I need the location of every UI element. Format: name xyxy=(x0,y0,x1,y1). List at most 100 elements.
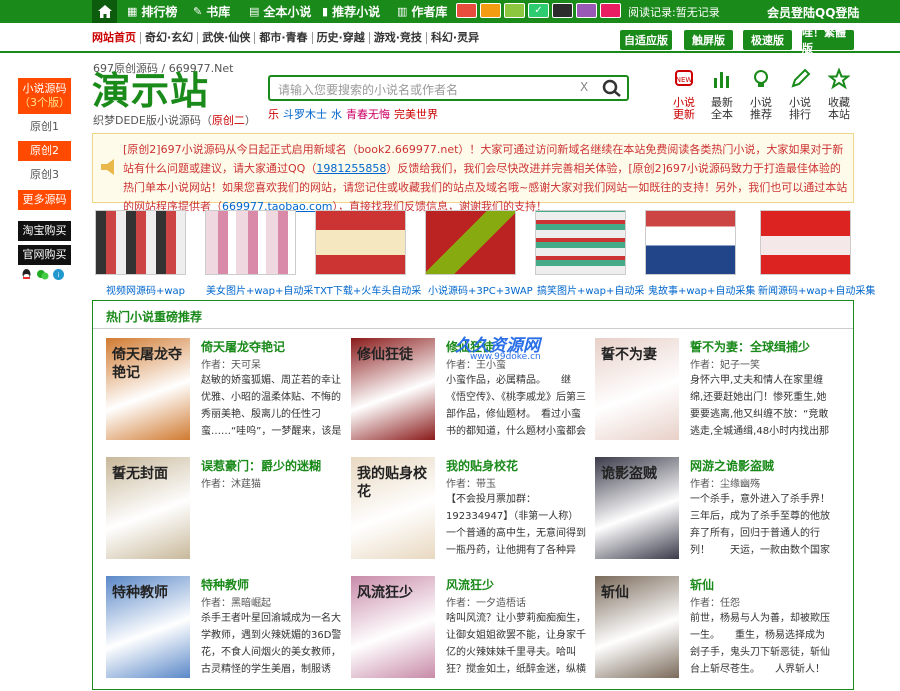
search-box[interactable]: 请输入您要搜索的小说名或作者名 X xyxy=(268,75,629,101)
mode-touch-button[interactable]: 触屏版 xyxy=(684,30,733,50)
mode-responsive-button[interactable]: 自适应版 xyxy=(620,30,672,50)
hot-keyword[interactable]: 水 xyxy=(331,106,342,122)
update-icon: NEW xyxy=(675,70,693,86)
book-cover[interactable]: 诡影盗贼 xyxy=(595,457,679,559)
sidebar-original-1[interactable]: 原创1 xyxy=(18,118,71,136)
qq-link[interactable]: 1981255858 xyxy=(316,162,386,175)
banner-video[interactable] xyxy=(95,210,186,275)
sidebar-taobao-buy[interactable]: 淘宝购买 xyxy=(18,221,71,241)
cat-fantasy[interactable]: 奇幻·玄幻 xyxy=(141,32,199,44)
banner-label[interactable]: 新闻源码+wap+自动采集 xyxy=(758,282,875,297)
nav-authors[interactable]: ▥ 作者库 xyxy=(397,0,447,23)
book-card[interactable]: 诡影盗贼 网游之诡影盗贼 作者：尘缘幽殇 一个杀手，意外进入了杀手界！ 三年后，成为了… xyxy=(595,457,835,572)
book-title[interactable]: 我的贴身校花 xyxy=(446,457,518,474)
quick-update[interactable]: NEW 小说更新 xyxy=(669,68,699,121)
banner-label[interactable]: 小说源码+3PC+3WAP xyxy=(428,282,533,297)
book-author: 作者：一夕造梧话 xyxy=(446,598,526,609)
search-icon[interactable] xyxy=(601,78,623,98)
sidebar-novel-source[interactable]: 小说源码 （3个版） xyxy=(18,78,71,114)
cat-game[interactable]: 游戏·竞技 xyxy=(370,32,427,44)
qq-icon[interactable] xyxy=(20,268,33,281)
mode-traditional-button[interactable]: 哇！繁體版 xyxy=(802,26,854,55)
qq-login-link[interactable]: QQ登陆 xyxy=(815,4,859,21)
cat-home[interactable]: 网站首页 xyxy=(92,32,141,44)
quick-rank[interactable]: 小说排行 xyxy=(785,68,815,121)
mode-fast-button[interactable]: 极速版 xyxy=(743,30,792,50)
banner-news[interactable] xyxy=(760,210,851,275)
cat-history[interactable]: 历史·穿越 xyxy=(313,32,370,44)
cat-wuxia[interactable]: 武侠·仙侠 xyxy=(198,32,256,44)
book-cover[interactable]: 誓不为妻 xyxy=(595,338,679,440)
theme-swatch-purple[interactable] xyxy=(576,3,597,18)
book-cover[interactable]: 斩仙 xyxy=(595,576,679,678)
book-cover[interactable]: 特种教师 xyxy=(106,576,190,678)
banner-novel-source[interactable] xyxy=(425,210,516,275)
book-card[interactable]: 我的贴身校花 我的贴身校花 作者：带玉 【不会投月票加群：192334947】（非第一… xyxy=(351,457,591,572)
category-nav: 网站首页 奇幻·玄幻 武侠·仙侠 都市·青春 历史·穿越 游戏·竞技 科幻·灵异… xyxy=(0,23,900,55)
book-title[interactable]: 倚天屠龙夺艳记 xyxy=(201,338,285,355)
banner-label[interactable]: 美女图片+wap+自动采 xyxy=(206,282,313,297)
book-cover[interactable]: 风流狂少 xyxy=(351,576,435,678)
sidebar-official-buy[interactable]: 官网购买 xyxy=(18,245,71,265)
banner-label[interactable]: 视频网源码+wap xyxy=(106,282,185,297)
book-title[interactable]: 网游之诡影盗贼 xyxy=(690,457,774,474)
banner-label[interactable]: 搞笑图片+wap+自动采 xyxy=(537,282,644,297)
pencil-icon xyxy=(791,68,811,88)
book-card[interactable]: 风流狂少 风流狂少 作者：一夕造梧话 啥叫风流？让小萝莉痴痴痴生，让御女姐姐欲罢不能，… xyxy=(351,576,591,691)
site-logo[interactable]: 演示站 xyxy=(92,70,209,112)
theme-swatch-orange[interactable] xyxy=(480,3,501,18)
search-input[interactable]: 请输入您要搜索的小说名或作者名 xyxy=(278,81,458,98)
banner-label[interactable]: 鬼故事+wap+自动采集 xyxy=(648,282,755,297)
cat-scifi[interactable]: 科幻·灵异 xyxy=(427,32,483,44)
quick-complete[interactable]: 最新全本 xyxy=(707,68,737,121)
theme-swatch-lime[interactable] xyxy=(504,3,525,18)
theme-swatch-green[interactable]: ✓ xyxy=(528,3,549,18)
home-button[interactable] xyxy=(92,0,117,23)
banner-txt[interactable] xyxy=(315,210,406,275)
theme-swatch-pink[interactable] xyxy=(600,3,621,18)
theme-swatch-red[interactable] xyxy=(456,3,477,18)
notice-box: [原创2]697小说源码从今日起正式启用新域名（book2.669977.net… xyxy=(92,133,854,213)
quick-bookmark[interactable]: 收藏本站 xyxy=(824,67,854,121)
hot-keyword[interactable]: 完美世界 xyxy=(394,106,438,122)
book-card[interactable]: 倚天屠龙夺艳记 倚天屠龙夺艳记 作者：天可呆 赵敏的娇蛮狐媚、周芷若的幸让优雅、小昭的… xyxy=(106,338,346,453)
hot-keyword[interactable]: 青春无悔 xyxy=(346,106,390,122)
sidebar-original-3[interactable]: 原创3 xyxy=(18,166,71,184)
book-cover-title: 我的贴身校花 xyxy=(357,466,427,500)
book-title[interactable]: 誓不为妻：全球缉捕少 xyxy=(690,338,810,355)
reading-record-link[interactable]: 阅读记录:暂无记录 xyxy=(628,4,720,20)
quick-recommend[interactable]: 小说推荐 xyxy=(746,68,776,121)
book-author: 作者：沐莛猫 xyxy=(201,479,261,490)
book-card[interactable]: 斩仙 斩仙 作者：任怨 前世，杨易与人为善，却被欺压一生。 重生，杨易选择成为刽子手，… xyxy=(595,576,835,691)
banner-beauty[interactable] xyxy=(205,210,296,275)
member-login-link[interactable]: 会员登陆 xyxy=(767,4,815,21)
book-author: 作者：带玉 xyxy=(446,479,496,490)
book-card[interactable]: 誓不为妻 誓不为妻：全球缉捕少 作者：妃子一笑 身怀六甲,丈夫和情人在家里缠绵,还要赶… xyxy=(595,338,835,453)
weibo-icon[interactable]: i xyxy=(52,268,65,281)
nav-complete[interactable]: ▤ 全本小说 xyxy=(249,0,311,23)
wechat-icon[interactable] xyxy=(36,268,49,281)
book-cover[interactable]: 修仙狂徒 xyxy=(351,338,435,440)
book-title[interactable]: 斩仙 xyxy=(690,576,714,593)
banner-funny[interactable] xyxy=(535,210,626,275)
nav-rank[interactable]: ▦ 排行榜 xyxy=(127,0,177,23)
cat-urban[interactable]: 都市·青春 xyxy=(255,32,313,44)
theme-swatch-black[interactable] xyxy=(552,3,573,18)
banner-ghost[interactable] xyxy=(645,210,736,275)
search-clear-button[interactable]: X xyxy=(580,80,588,94)
book-card[interactable]: 誓无封面 误惹豪门：爵少的迷糊作者：沐莛猫 xyxy=(106,457,346,572)
banner-label[interactable]: TXT下载+火车头自动采 xyxy=(314,282,421,297)
hot-keyword[interactable]: 乐 xyxy=(268,106,279,122)
book-title[interactable]: 误惹豪门：爵少的迷糊 xyxy=(201,457,321,474)
book-cover[interactable]: 我的贴身校花 xyxy=(351,457,435,559)
nav-library[interactable]: ✎ 书库 xyxy=(193,0,230,23)
book-cover[interactable]: 誓无封面 xyxy=(106,457,190,559)
sidebar-more-source[interactable]: 更多源码 xyxy=(18,190,71,210)
sidebar-original-2[interactable]: 原创2 xyxy=(18,141,71,161)
book-title[interactable]: 风流狂少 xyxy=(446,576,494,593)
book-card[interactable]: 特种教师 特种教师 作者：黑暗崛起 杀手王者叶星回渝城成为一名大学教师，遇到火辣妩媚的… xyxy=(106,576,346,691)
book-title[interactable]: 特种教师 xyxy=(201,576,249,593)
book-cover[interactable]: 倚天屠龙夺艳记 xyxy=(106,338,190,440)
nav-recommend[interactable]: ▮ 推荐小说 xyxy=(322,0,380,23)
hot-keyword[interactable]: 斗罗木士 xyxy=(283,106,327,122)
